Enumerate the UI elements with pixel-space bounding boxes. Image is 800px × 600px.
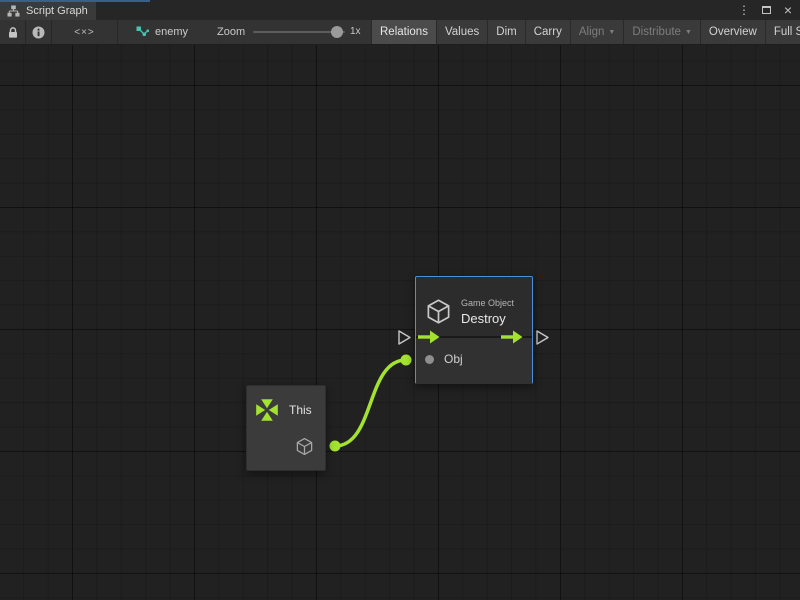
connection-this-to-obj[interactable]	[335, 360, 406, 446]
graph-node-icon	[136, 26, 149, 39]
flow-output-port-triangle[interactable]	[537, 331, 548, 344]
dim-button[interactable]: Dim	[487, 20, 524, 44]
distribute-dropdown[interactable]: Distribute▼	[623, 20, 700, 44]
this-node-title: This	[289, 403, 312, 417]
destroy-node-header: Game Object Destroy	[416, 277, 532, 335]
code-icon: <×>	[74, 27, 95, 38]
chevron-down-icon: ▼	[608, 29, 615, 36]
obj-input-port[interactable]	[425, 355, 434, 364]
zoom-slider-handle[interactable]	[331, 26, 343, 38]
gameobject-cube-icon	[425, 298, 452, 325]
window-menu-button[interactable]: ⋮	[736, 2, 752, 18]
gameobject-output-port-cube-icon[interactable]	[295, 437, 314, 456]
script-graph-window: Script Graph ⋮ × <×>	[0, 0, 800, 600]
info-icon	[32, 26, 45, 39]
node-this[interactable]: This	[246, 385, 326, 471]
carry-button[interactable]: Carry	[525, 20, 570, 44]
maximize-icon	[762, 6, 771, 14]
toolbar-toggle-group: Relations Values Dim Carry Align▼ Distri…	[371, 20, 800, 44]
info-button[interactable]	[26, 20, 52, 44]
window-controls: ⋮ ×	[736, 0, 796, 20]
chevron-down-icon: ▼	[685, 29, 692, 36]
obj-input-row: Obj	[425, 352, 463, 366]
align-dropdown[interactable]: Align▼	[570, 20, 624, 44]
lock-button[interactable]	[0, 20, 26, 44]
tab-script-graph[interactable]: Script Graph	[0, 2, 96, 20]
destroy-node-category: Game Object	[461, 298, 514, 308]
code-preview-button[interactable]: <×>	[52, 20, 118, 44]
fullscreen-button[interactable]: Full Screen	[765, 20, 800, 44]
zoom-value: 1x	[350, 20, 361, 44]
flow-input-port-triangle[interactable]	[399, 331, 410, 344]
graph-toolbar: <×> enemy Zoom 1x Relations Values Dim C…	[0, 20, 800, 45]
values-button[interactable]: Values	[436, 20, 487, 44]
graph-name-label: enemy	[155, 26, 188, 38]
graph-canvas[interactable]: This Game Object	[0, 45, 800, 600]
graph-hierarchy-icon	[7, 5, 20, 17]
flow-out-arrow-icon[interactable]	[501, 330, 523, 344]
flow-in-arrow-icon[interactable]	[418, 330, 440, 344]
this-icon	[253, 396, 281, 424]
zoom-label: Zoom	[217, 20, 245, 44]
graph-breadcrumb[interactable]: enemy	[136, 20, 188, 44]
overview-button[interactable]: Overview	[700, 20, 765, 44]
close-button[interactable]: ×	[780, 2, 796, 18]
lock-icon	[7, 26, 19, 39]
relations-button[interactable]: Relations	[371, 20, 436, 44]
this-node-header: This	[247, 386, 325, 424]
tab-title: Script Graph	[26, 5, 88, 17]
maximize-button[interactable]	[758, 2, 774, 18]
connection-target-dot[interactable]	[401, 355, 412, 366]
title-bar: Script Graph ⋮ ×	[0, 0, 800, 20]
node-destroy[interactable]: Game Object Destroy Obj	[415, 276, 533, 384]
connections-overlay	[0, 45, 800, 600]
connection-source-dot[interactable]	[330, 441, 341, 452]
obj-port-label: Obj	[444, 352, 463, 366]
destroy-node-title: Destroy	[461, 311, 514, 326]
